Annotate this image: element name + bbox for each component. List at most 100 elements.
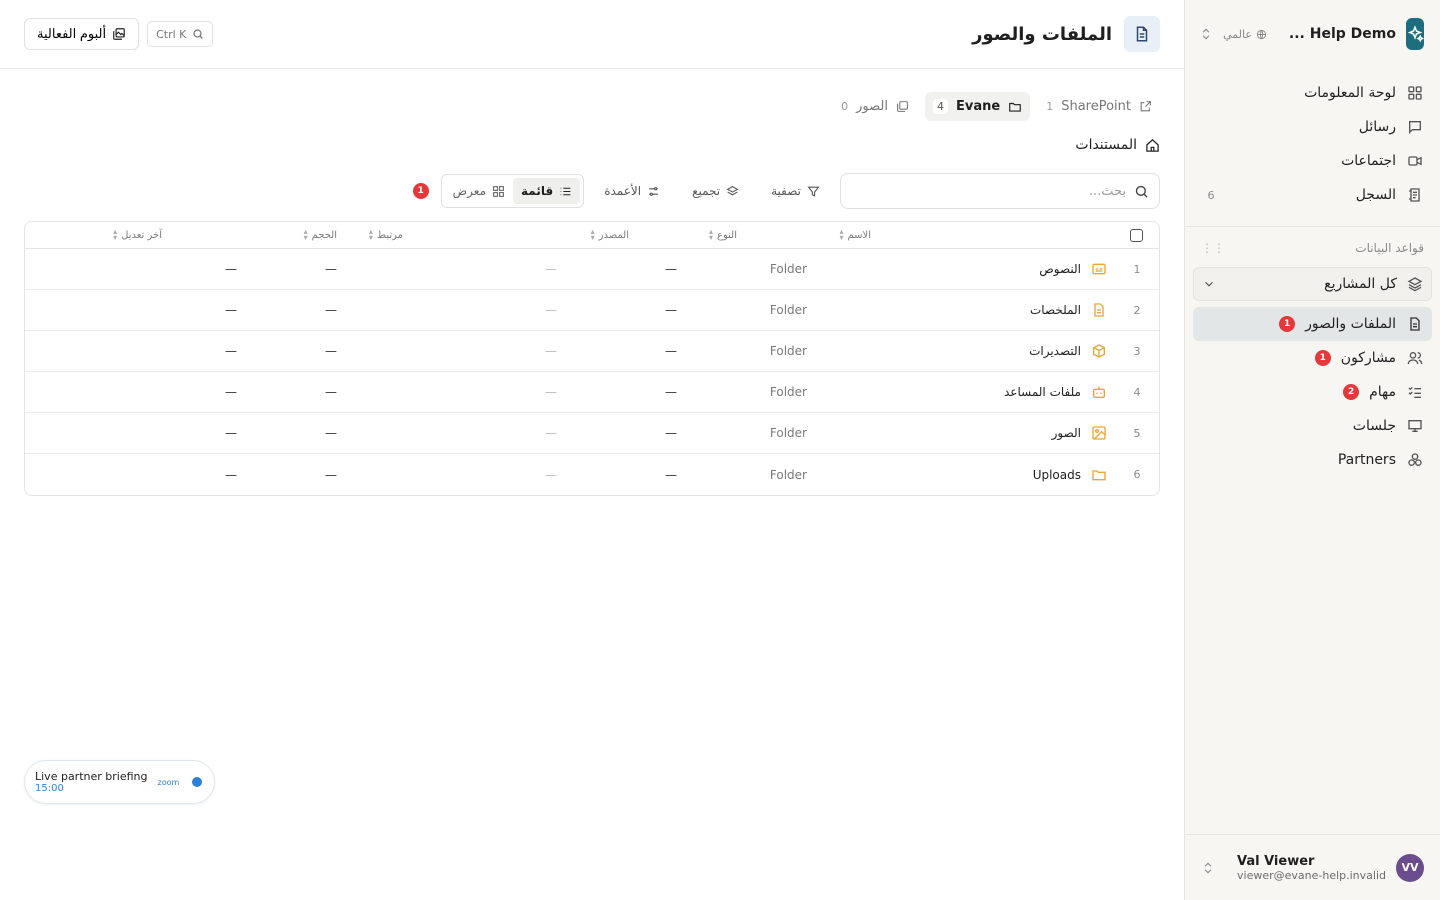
row-modified: — (225, 344, 237, 358)
layers-icon (726, 185, 739, 198)
row-size: — (325, 303, 337, 317)
command-search-button[interactable]: Ctrl K (147, 21, 214, 47)
search-box[interactable] (840, 173, 1160, 209)
tab-count: 0 (841, 100, 849, 113)
view-list-option[interactable]: قائمة (513, 178, 581, 204)
user-email: viewer@evane-help.invalid (1237, 868, 1386, 882)
project-selector[interactable]: كل المشاريع (1193, 267, 1432, 301)
column-header-linked[interactable]: مرتبط ▴ ▾ (369, 228, 403, 242)
row-size: — (325, 262, 337, 276)
column-header-type[interactable]: النوع ▴ ▾ (709, 228, 737, 242)
tab-label: SharePoint (1061, 99, 1131, 114)
row-modified: — (225, 426, 237, 440)
tab-evane[interactable]: Evane 4 (925, 92, 1031, 121)
column-header-label: المصدر (598, 229, 629, 241)
breadcrumb[interactable]: المستندات (1075, 137, 1160, 153)
select-all-checkbox[interactable] (1130, 228, 1143, 242)
folder-icon (1091, 467, 1107, 483)
db-item-label: مشاركون (1340, 350, 1396, 366)
tab-images[interactable]: الصور 0 (833, 92, 917, 121)
tab-label: Evane (956, 99, 1001, 114)
row-name-cell: الملخصات (1030, 302, 1107, 318)
column-header-label: مرتبط (376, 229, 403, 241)
db-item-participants[interactable]: مشاركون 1 (1193, 341, 1432, 375)
row-type: Folder (769, 385, 807, 399)
images-icon (896, 100, 909, 113)
row-linked: — (545, 262, 557, 276)
drag-handle-icon[interactable]: ⋮⋮ (1201, 241, 1225, 255)
project-selector-label: كل المشاريع (1324, 276, 1397, 292)
filter-button[interactable]: تصفية (759, 175, 832, 207)
document-icon (1091, 302, 1107, 318)
event-album-button[interactable]: ألبوم الفعالية (24, 18, 140, 50)
db-item-files[interactable]: الملفات والصور 1 (1193, 307, 1432, 341)
db-item-sessions[interactable]: جلسات (1193, 409, 1432, 443)
header-actions: Ctrl K ألبوم الفعالية (24, 18, 214, 50)
table-row[interactable]: 1 النصوص Folder — — — — (25, 249, 1159, 290)
nav-count: 6 (1207, 188, 1215, 202)
tab-sharepoint[interactable]: SharePoint 1 (1038, 92, 1160, 121)
table-row[interactable]: 4 ملفات المساعد Folder — — — — (25, 372, 1159, 413)
column-header-size[interactable]: الحجم ▴ ▾ (304, 228, 337, 242)
live-meeting-widget[interactable]: Live partner briefing 15:00 zoom (24, 760, 215, 804)
row-name-cell: التصديرات (1029, 343, 1107, 359)
table-toolbar: تصفية تجميع الأعمدة قائمة معرض 1 (24, 173, 1160, 209)
db-item-partners[interactable]: Partners (1193, 443, 1432, 477)
row-name: النصوص (1039, 262, 1081, 276)
external-link-icon (1139, 100, 1152, 113)
column-header-modified[interactable]: آخر تعديل ▴ ▾ (113, 228, 162, 242)
db-item-label: الملفات والصور (1305, 316, 1396, 332)
table-row[interactable]: 6 Uploads Folder — — — — (25, 454, 1159, 495)
db-item-label: Partners (1337, 452, 1396, 468)
user-name: Val Viewer (1237, 853, 1315, 869)
row-index: 1 (1133, 262, 1141, 276)
bot-icon (1091, 384, 1107, 400)
column-header-name[interactable]: الاسم ▴ ▾ (839, 228, 871, 242)
table-row[interactable]: 5 الصور Folder — — — — (25, 413, 1159, 454)
nav-item-meetings[interactable]: اجتماعات (1193, 144, 1432, 178)
db-item-tasks[interactable]: مهام 2 (1193, 375, 1432, 409)
view-toggle: قائمة معرض (440, 174, 585, 208)
nav-item-log[interactable]: السجل 6 (1193, 178, 1432, 212)
workspace-scope-label: عالمي (1223, 27, 1252, 41)
row-linked: — (545, 344, 557, 358)
table-row[interactable]: 3 التصديرات Folder — — — — (25, 331, 1159, 372)
row-type: Folder (769, 262, 807, 276)
globe-icon (1256, 29, 1267, 40)
list-icon (559, 185, 572, 198)
row-modified: — (225, 385, 237, 399)
image-icon (1091, 425, 1107, 441)
table-row[interactable]: 2 الملخصات Folder — — — — (25, 290, 1159, 331)
main-content: الملفات والصور Ctrl K ألبوم الفعالية Sha… (0, 0, 1184, 900)
row-modified: — (225, 262, 237, 276)
view-gallery-option[interactable]: معرض (445, 178, 513, 204)
meeting-time: 15:00 (35, 783, 64, 794)
row-size: — (325, 385, 337, 399)
group-label: تجميع (692, 184, 721, 198)
chevrons-updown-icon[interactable] (1199, 27, 1213, 41)
row-index: 2 (1133, 303, 1141, 317)
row-size: — (325, 344, 337, 358)
row-source: — (665, 385, 677, 399)
subtitles-icon (1091, 261, 1107, 277)
nav-item-label: اجتماعات (1341, 153, 1396, 169)
columns-button[interactable]: الأعمدة (592, 175, 672, 207)
filter-label: تصفية (771, 184, 801, 198)
row-source: — (665, 426, 677, 440)
message-icon (1406, 118, 1424, 136)
workspace-header[interactable]: Help Demo ... عالمي (1185, 0, 1440, 68)
nav-item-messages[interactable]: رسائل (1193, 110, 1432, 144)
column-header-source[interactable]: المصدر ▴ ▾ (591, 228, 629, 242)
workspace-name: Help Demo ... (1288, 26, 1396, 42)
source-tabs: SharePoint 1 Evane 4 الصور 0 (833, 92, 1160, 121)
images-icon (112, 27, 126, 41)
chevrons-updown-icon[interactable] (1201, 861, 1215, 875)
shortcut-label: Ctrl K (156, 27, 187, 41)
group-button[interactable]: تجميع (680, 175, 751, 207)
nav-item-dashboard[interactable]: لوحة المعلومات (1193, 76, 1432, 110)
user-menu[interactable]: VV Val Viewer viewer@evane-help.invalid (1185, 834, 1440, 900)
databases-label: قواعد البيانات (1355, 241, 1424, 255)
view-gallery-label: معرض (452, 184, 487, 198)
meeting-info: Live partner briefing 15:00 (35, 770, 148, 794)
search-input[interactable] (851, 183, 1126, 199)
